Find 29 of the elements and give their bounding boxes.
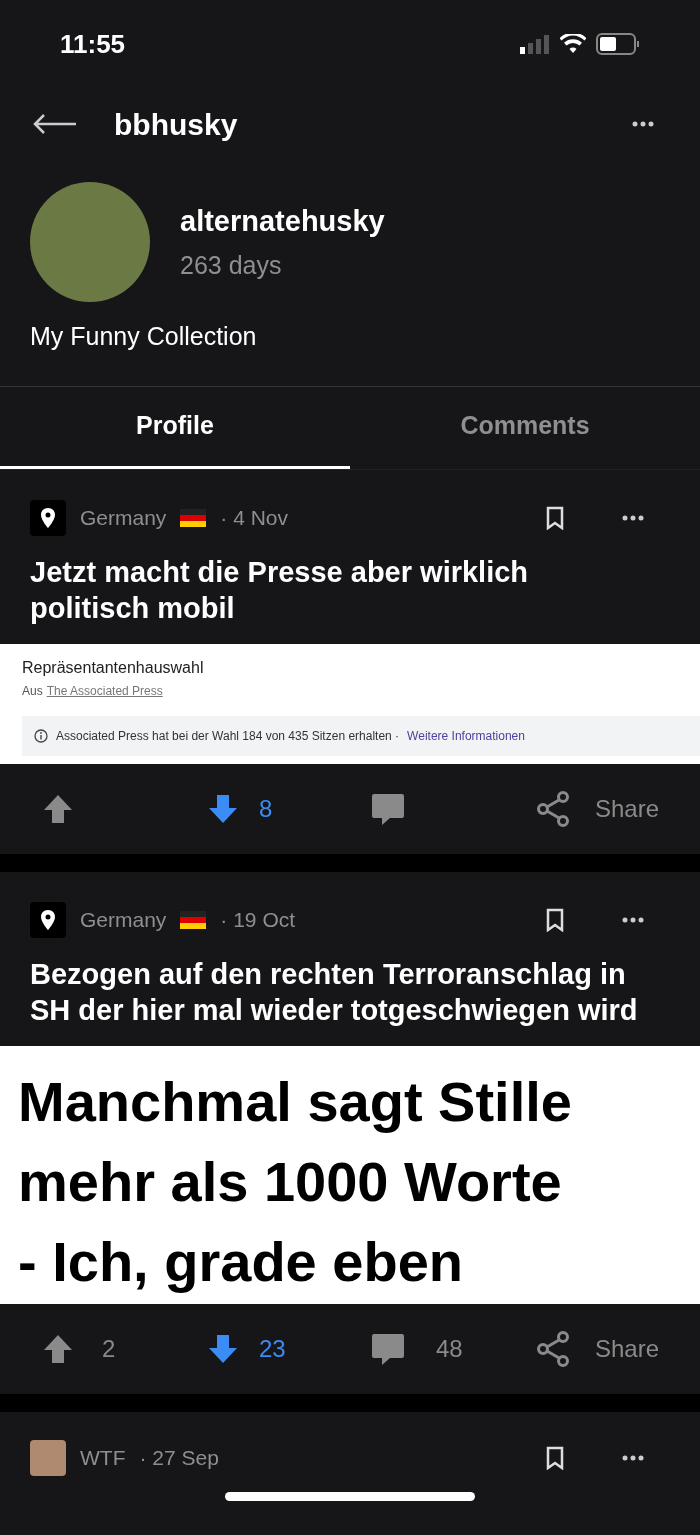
meme-text-line: Manchmal sagt Stille <box>18 1068 573 1135</box>
post-title[interactable]: Jetzt macht die Presse aber wirklich politisch mobil <box>0 535 700 644</box>
post-date: · 4 Nov <box>220 504 289 531</box>
upvote-count: 2 <box>102 1333 116 1364</box>
profile-tab[interactable]: Comments <box>350 386 700 469</box>
header-title: bbhusky <box>114 106 238 143</box>
downvote-count: 23 <box>259 1333 286 1364</box>
result-heading: Repräsentantenhauswahl <box>22 657 205 678</box>
post-date: · 19 Oct <box>220 906 296 933</box>
meme-text-line: - Ich, grade eben <box>18 1228 464 1295</box>
status-time: 11:55 <box>60 27 126 61</box>
profile-bio: My Funny Collection <box>29 321 258 352</box>
profile-name: alternatehusky <box>180 203 385 239</box>
comment-count: 48 <box>436 1333 463 1364</box>
post-title[interactable]: Bezogen auf den rechten Terroranschlag in SH der hier mal wieder totgeschwiegen wird <box>0 937 700 1046</box>
source-label: Aus <box>22 682 43 700</box>
info-text: Associated Press hat bei der Wahl 184 von 435 Sitzen erhalten · <box>56 727 400 745</box>
share-button[interactable]: Share <box>525 789 700 828</box>
more-info-link[interactable]: Weitere Informationen <box>407 726 525 745</box>
downvote-count: 8 <box>259 793 273 824</box>
post-date: · 27 Sep <box>139 1444 219 1471</box>
profile-age: 263 days <box>180 250 283 281</box>
source-link[interactable]: The Associated Press <box>46 681 163 700</box>
channel-name[interactable]: Germany <box>80 903 167 936</box>
channel-name[interactable]: WTF <box>80 1441 126 1474</box>
share-button[interactable]: Share <box>525 1329 700 1368</box>
profile-tab[interactable]: Profile <box>0 386 350 469</box>
channel-name[interactable]: Germany <box>80 501 167 534</box>
meme-text-line: mehr als 1000 Worte <box>18 1148 563 1215</box>
